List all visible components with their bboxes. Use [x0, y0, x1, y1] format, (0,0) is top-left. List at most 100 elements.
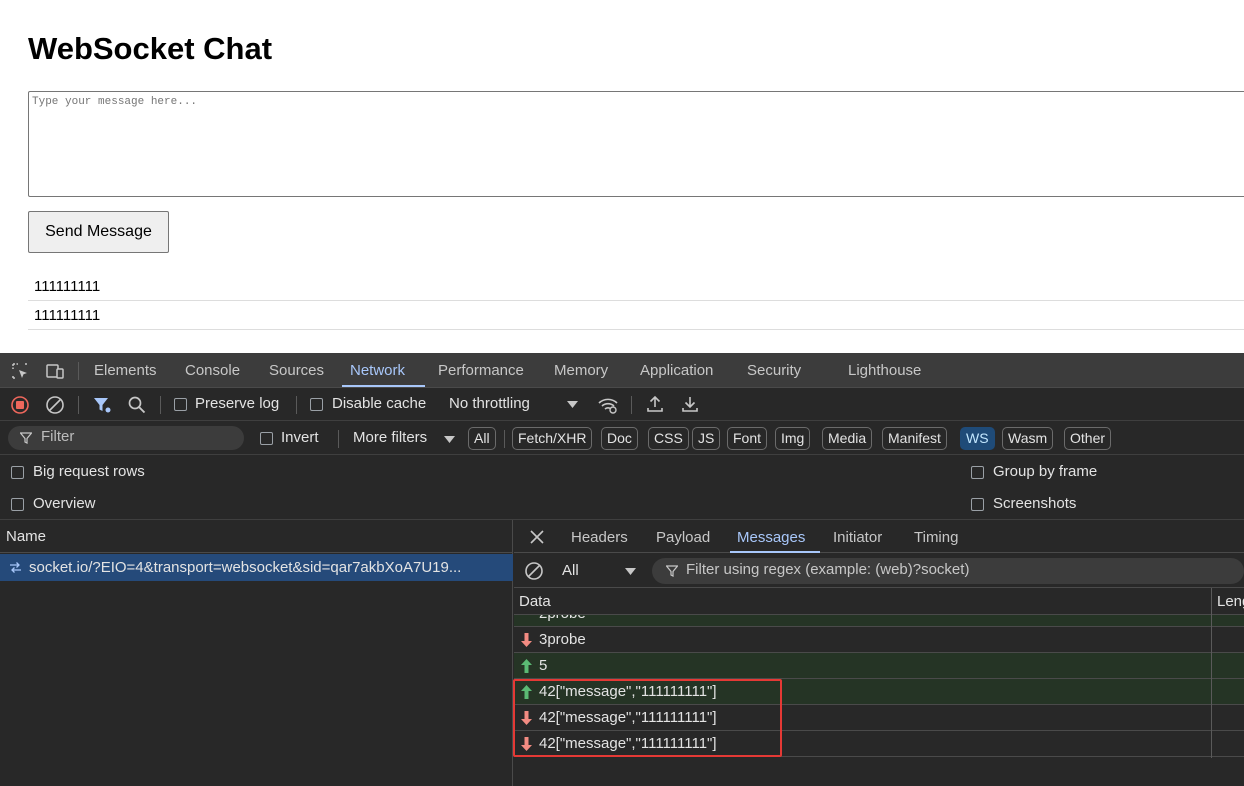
tab-elements[interactable]: Elements: [94, 353, 157, 387]
network-options: Big request rows Overview Group by frame…: [0, 455, 1244, 520]
close-icon[interactable]: [528, 528, 546, 546]
highlight-annotation: [513, 679, 782, 757]
table-row[interactable]: socket.io/?EIO=4&transport=websocket&sid…: [0, 554, 513, 581]
filter-chip-media[interactable]: Media: [822, 427, 873, 450]
filter-chip-css[interactable]: CSS: [648, 427, 689, 450]
tab-security[interactable]: Security: [747, 353, 801, 387]
tab-memory[interactable]: Memory: [554, 353, 608, 387]
request-name: socket.io/?EIO=4&transport=websocket&sid…: [29, 559, 462, 576]
divider: [160, 396, 161, 414]
divider: [504, 430, 505, 448]
throttling-select[interactable]: No throttling: [449, 395, 530, 412]
disable-cache-label: Disable cache: [332, 395, 427, 412]
download-icon[interactable]: [680, 394, 700, 414]
data-column-header[interactable]: Data: [519, 588, 551, 615]
message-input[interactable]: [28, 91, 1244, 197]
record-stop-icon[interactable]: [10, 395, 30, 415]
table-row[interactable]: 2probe: [514, 615, 1244, 627]
websocket-icon: [10, 562, 21, 573]
network-toolbar: Preserve log Disable cache No throttling: [0, 388, 1244, 421]
frame-data: 3probe: [539, 631, 586, 648]
device-toolbar-icon[interactable]: [45, 361, 65, 381]
filter-chip-font[interactable]: Font: [727, 427, 768, 450]
preserve-log-label: Preserve log: [195, 395, 280, 412]
send-message-button[interactable]: Send Message: [28, 211, 169, 253]
divider: [78, 362, 79, 380]
filter-chip-doc[interactable]: Doc: [601, 427, 638, 450]
overview-checkbox[interactable]: [11, 498, 24, 511]
tab-sources[interactable]: Sources: [269, 353, 324, 387]
screenshots-label: Screenshots: [993, 495, 1077, 512]
filter-icon[interactable]: [92, 395, 112, 415]
filter-chip-manifest[interactable]: Manifest: [882, 427, 947, 450]
table-row[interactable]: 3probe: [514, 627, 1244, 653]
clear-icon[interactable]: [45, 395, 65, 415]
filter-chip-fetch-xhr[interactable]: Fetch/XHR: [512, 427, 593, 450]
chevron-down-icon: [567, 401, 578, 408]
filter-chip-other[interactable]: Other: [1064, 427, 1112, 450]
upload-icon[interactable]: [645, 394, 665, 414]
tab-application[interactable]: Application: [640, 353, 713, 387]
filter-chip-img[interactable]: Img: [775, 427, 811, 450]
group-by-frame-label: Group by frame: [993, 463, 1098, 480]
tab-console[interactable]: Console: [185, 353, 240, 387]
filter-chip-js[interactable]: JS: [692, 427, 721, 450]
list-item: 111111111: [28, 301, 1244, 330]
divider: [338, 430, 339, 448]
messages-table-header: Data Leng: [514, 588, 1244, 615]
list-item: 111111111: [28, 272, 1244, 301]
network-conditions-icon[interactable]: [597, 394, 619, 416]
group-by-frame-checkbox[interactable]: [971, 466, 984, 479]
inspect-element-icon[interactable]: [10, 361, 30, 381]
regex-filter-input[interactable]: Filter using regex (example: (web)?socke…: [652, 558, 1244, 584]
overview-label: Overview: [33, 495, 96, 512]
detail-tabbar: Headers Payload Messages Initiator Timin…: [514, 520, 1244, 553]
divider: [631, 396, 632, 414]
frame-data: 2probe: [539, 615, 586, 626]
devtools-tabbar: Elements Console Sources Network Perform…: [0, 353, 1244, 388]
frame-filter-select[interactable]: All: [562, 562, 579, 579]
tab-messages[interactable]: Messages: [730, 520, 820, 553]
invert-checkbox[interactable]: [260, 432, 273, 445]
filter-placeholder: Filter: [41, 428, 75, 445]
table-row[interactable]: 5: [514, 653, 1244, 679]
chat-page: WebSocket Chat Send Message 111111111 11…: [0, 0, 1244, 353]
filter-icon: [666, 565, 678, 577]
arrow-up-icon: [521, 659, 532, 673]
tab-performance[interactable]: Performance: [438, 353, 524, 387]
column-divider[interactable]: [1211, 588, 1212, 758]
filter-chip-all[interactable]: All: [468, 427, 496, 450]
big-request-rows-checkbox[interactable]: [11, 466, 24, 479]
tab-network[interactable]: Network: [342, 353, 425, 387]
invert-label: Invert: [281, 429, 319, 446]
requests-panel: Name socket.io/?EIO=4&transport=websocke…: [0, 520, 513, 786]
filter-chip-ws[interactable]: WS: [960, 427, 995, 450]
screenshots-checkbox[interactable]: [971, 498, 984, 511]
big-request-rows-label: Big request rows: [33, 463, 145, 480]
filter-chip-wasm[interactable]: Wasm: [1002, 427, 1054, 450]
frame-data: 5: [539, 657, 548, 674]
name-column-header[interactable]: Name: [0, 520, 513, 553]
page-title: WebSocket Chat: [28, 31, 273, 66]
disable-cache-checkbox[interactable]: [310, 398, 323, 411]
divider: [296, 396, 297, 414]
chevron-down-icon: [625, 568, 636, 575]
clear-messages-icon[interactable]: [524, 561, 544, 581]
tab-initiator[interactable]: Initiator: [833, 520, 882, 553]
chevron-down-icon: [444, 436, 455, 443]
preserve-log-checkbox[interactable]: [174, 398, 187, 411]
filter-icon: [20, 432, 32, 444]
regex-placeholder: Filter using regex (example: (web)?socke…: [686, 561, 970, 578]
search-icon[interactable]: [127, 395, 147, 415]
length-column-header[interactable]: Leng: [1217, 588, 1244, 615]
divider: [78, 396, 79, 414]
tab-payload[interactable]: Payload: [656, 520, 710, 553]
messages-toolbar: All Filter using regex (example: (web)?s…: [514, 553, 1244, 588]
filter-input[interactable]: Filter: [8, 426, 244, 450]
arrow-down-icon: [521, 633, 532, 647]
tab-headers[interactable]: Headers: [571, 520, 628, 553]
tab-lighthouse[interactable]: Lighthouse: [848, 353, 921, 387]
filter-bar: Filter Invert More filters All Fetch/XHR…: [0, 421, 1244, 455]
more-filters-button[interactable]: More filters: [353, 429, 427, 446]
tab-timing[interactable]: Timing: [914, 520, 958, 553]
